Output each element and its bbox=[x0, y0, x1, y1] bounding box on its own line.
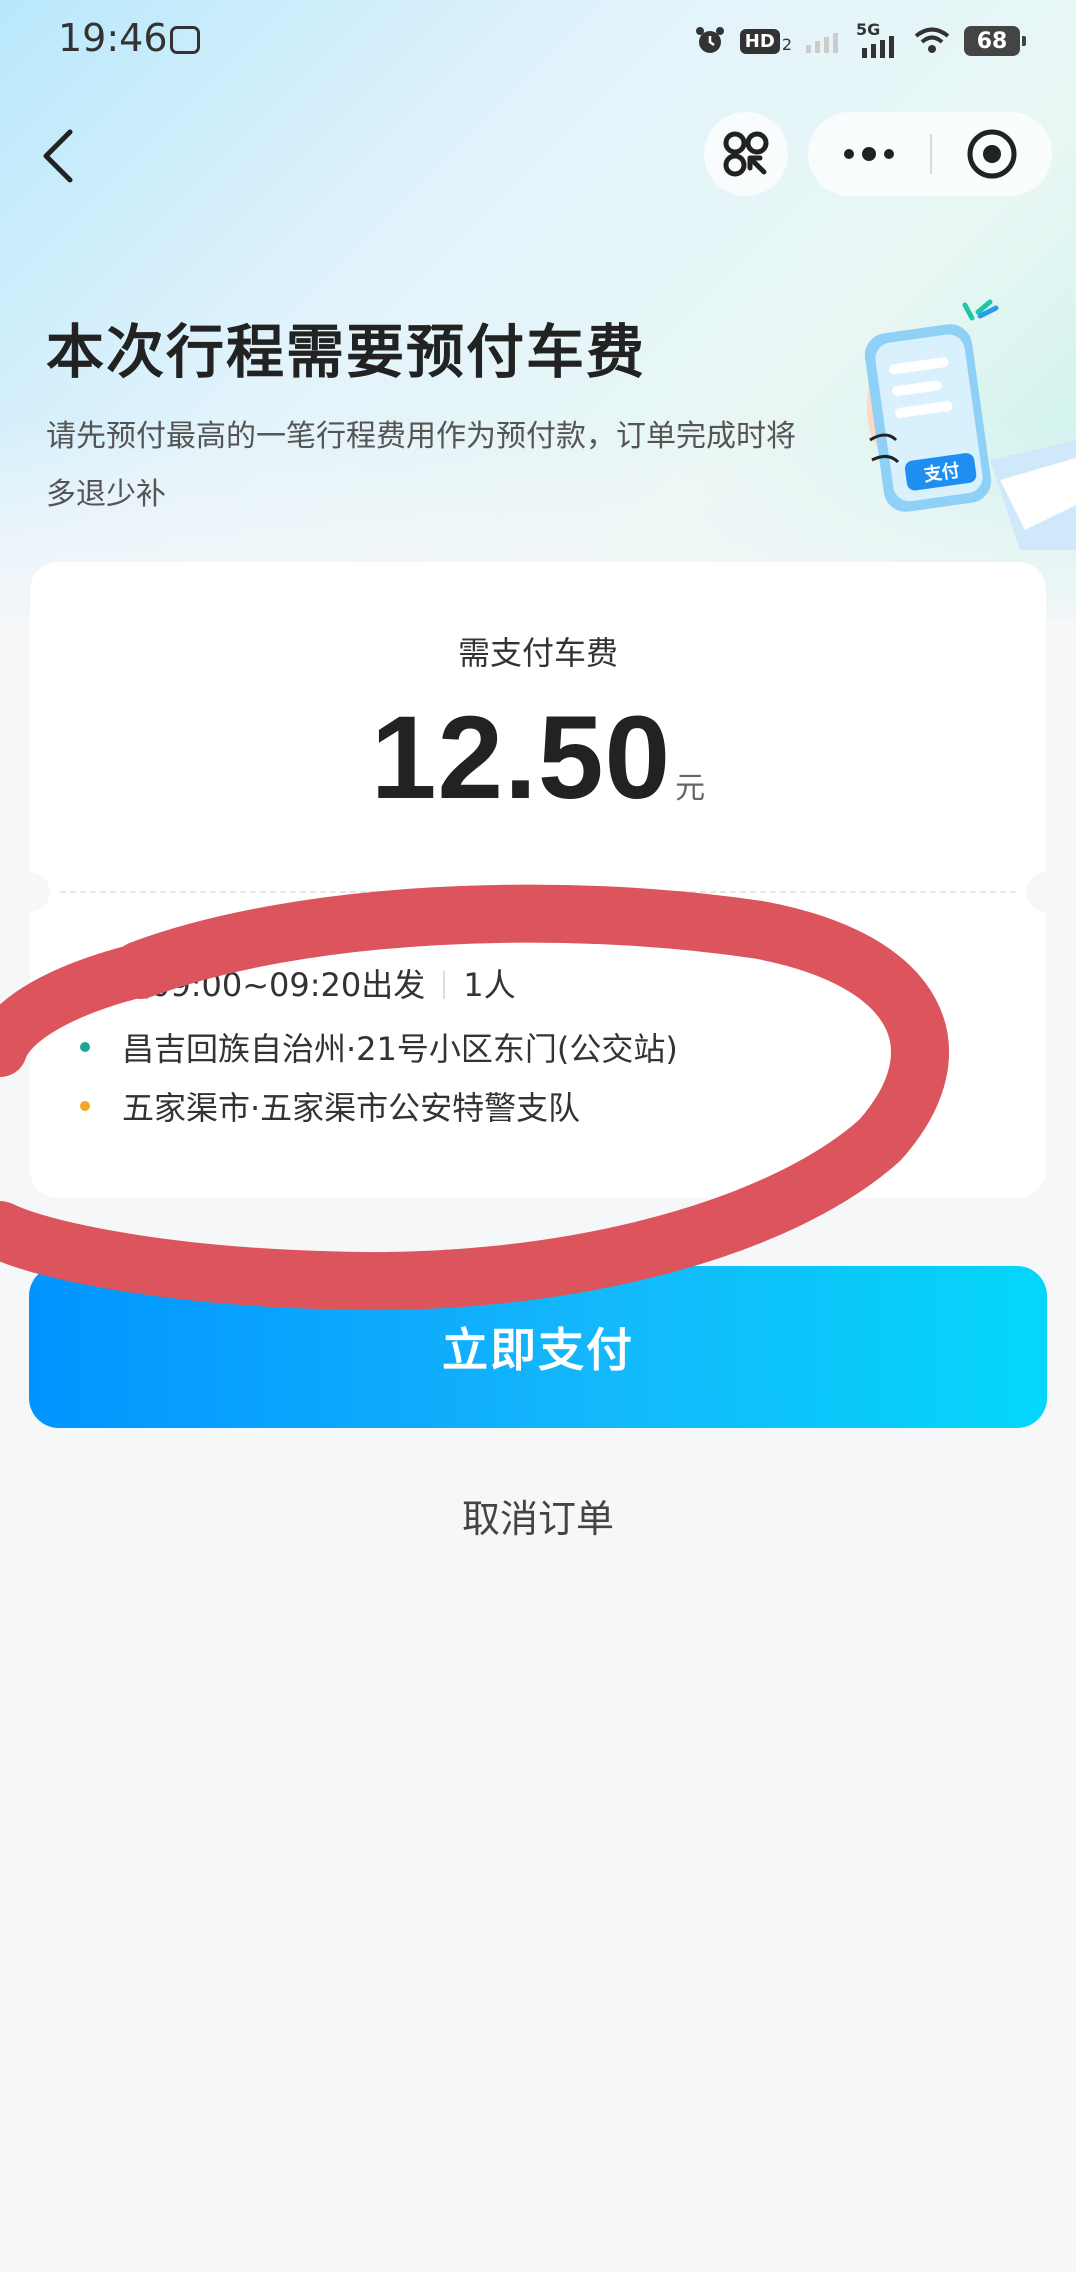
card-divider bbox=[60, 891, 1016, 893]
fare-amount-row: 12.50 元 bbox=[0, 690, 1076, 826]
app-notification-icon bbox=[170, 26, 200, 54]
signal-5g-icon: 5G bbox=[856, 20, 900, 58]
mini-program-capsule bbox=[808, 112, 1052, 196]
more-icon bbox=[862, 147, 876, 161]
fare-unit: 元 bbox=[675, 771, 706, 806]
back-arrow-icon bbox=[43, 129, 73, 183]
scan-button[interactable] bbox=[704, 112, 788, 196]
destination-stop: 五家渠市·五家渠市公安特警支队 bbox=[80, 1083, 581, 1129]
cancel-order-link[interactable]: 取消订单 bbox=[0, 1488, 1076, 1543]
trip-time-row: 今天09:00~09:20出发 1人 bbox=[86, 960, 516, 1006]
fare-amount: 12.50 bbox=[370, 692, 672, 824]
phone-payment-illustration: 支付 bbox=[864, 299, 1076, 550]
signal-weak-icon bbox=[806, 33, 838, 53]
status-time: 19:46 bbox=[58, 16, 168, 60]
origin-dot-icon bbox=[80, 1042, 90, 1052]
back-button[interactable] bbox=[30, 120, 90, 190]
more-button[interactable] bbox=[808, 112, 930, 196]
battery-icon: 68 bbox=[964, 26, 1026, 56]
alarm-icon bbox=[695, 27, 724, 53]
status-bar: 19:46 HD 2 5G 68 bbox=[0, 0, 1076, 80]
passenger-count: 1人 bbox=[463, 966, 516, 1004]
origin-stop: 昌吉回族自治州·21号小区东门(公交站) bbox=[80, 1024, 678, 1070]
page-subtitle: 请先预付最高的一笔行程费用作为预付款，订单完成时将多退少补 bbox=[46, 419, 796, 512]
page-title: 本次行程需要预付车费 bbox=[46, 318, 647, 386]
origin-stop-text: 昌吉回族自治州·21号小区东门(公交站) bbox=[122, 1030, 678, 1068]
close-button[interactable] bbox=[932, 112, 1052, 196]
departure-time: 今天09:00~09:20出发 bbox=[86, 966, 426, 1004]
close-target-icon bbox=[967, 129, 1017, 179]
pay-now-button[interactable]: 立即支付 bbox=[29, 1266, 1047, 1428]
scan-icon bbox=[723, 131, 769, 177]
destination-dot-icon bbox=[80, 1101, 90, 1111]
hd-icon: HD 2 bbox=[739, 28, 792, 54]
destination-stop-text: 五家渠市·五家渠市公安特警支队 bbox=[122, 1089, 581, 1127]
fare-label: 需支付车费 bbox=[457, 634, 618, 672]
wifi-icon bbox=[914, 27, 950, 53]
